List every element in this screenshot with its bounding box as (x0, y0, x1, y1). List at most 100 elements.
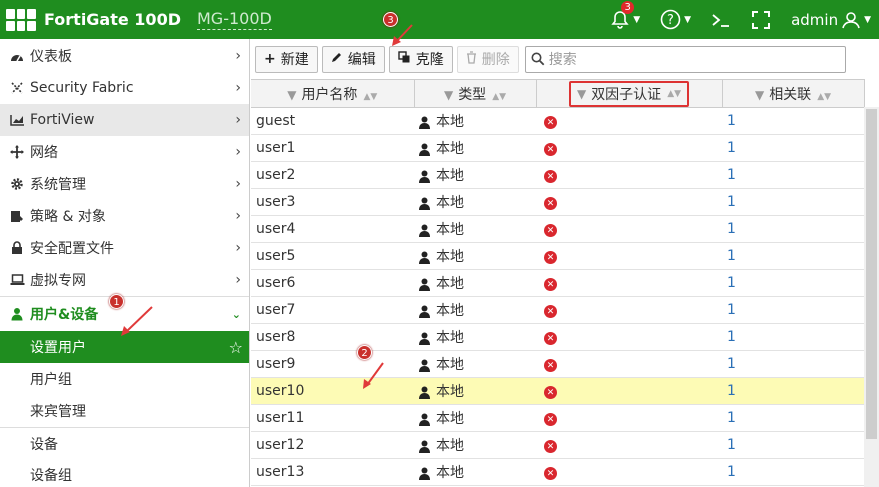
cli-console-button[interactable] (711, 12, 731, 28)
cell-references[interactable]: 1 (722, 350, 864, 378)
cell-type-label: 本地 (436, 438, 464, 454)
cell-type: 本地 (414, 377, 536, 405)
column-header-username[interactable]: ▼ 用户名称 ▲▼ (251, 79, 415, 108)
table-row[interactable]: user8 本地 ✕ 1 (251, 323, 864, 351)
table-row[interactable]: user10 本地 ✕ 1 (251, 377, 864, 405)
table-row[interactable]: user6 本地 ✕ 1 (251, 269, 864, 297)
policy-icon (8, 210, 26, 223)
sidebar-subitem-label: 用户组 (30, 372, 72, 388)
pencil-icon (331, 51, 343, 67)
search-placeholder: 搜索 (548, 52, 577, 68)
sidebar-item-user-device[interactable]: 用户&设备 ⌄ (0, 296, 249, 331)
sidebar-item-network[interactable]: 网络 › (0, 136, 249, 168)
sidebar-subitem-user-definition[interactable]: 设置用户 ☆ (0, 331, 249, 363)
column-header-references[interactable]: ▼ 相关联 ▲▼ (722, 79, 865, 108)
new-button[interactable]: + 新建 (255, 45, 318, 73)
clone-button[interactable]: 克隆 (388, 45, 453, 73)
cell-references[interactable]: 1 (722, 215, 864, 243)
cell-username: user13 (251, 458, 414, 486)
column-header-two-factor[interactable]: ▼ 双因子认证 ▲▼ (536, 79, 723, 108)
cell-references[interactable]: 1 (722, 107, 864, 135)
annotation-marker-1: 1 (109, 294, 124, 309)
table-row[interactable]: user5 本地 ✕ 1 (251, 242, 864, 270)
column-header-type[interactable]: ▼ 类型 ▲▼ (414, 79, 537, 108)
sidebar-item-policy[interactable]: 策略 & 对象 › (0, 200, 249, 232)
cell-references[interactable]: 1 (722, 161, 864, 189)
cell-references[interactable]: 1 (722, 323, 864, 351)
sidebar-item-vpn[interactable]: 虚拟专网 › (0, 264, 249, 296)
sidebar-subitem-devices[interactable]: 设备 (0, 427, 249, 459)
cell-references[interactable]: 1 (722, 188, 864, 216)
table-row[interactable]: user7 本地 ✕ 1 (251, 296, 864, 324)
chevron-right-icon: › (235, 208, 241, 224)
cell-references[interactable]: 1 (722, 296, 864, 324)
table-row[interactable]: user2 本地 ✕ 1 (251, 161, 864, 189)
cell-references[interactable]: 1 (722, 377, 864, 405)
cell-references[interactable]: 1 (722, 269, 864, 297)
sidebar-subitem-guest-management[interactable]: 来宾管理 (0, 395, 249, 427)
filter-icon[interactable]: ▼ (577, 87, 586, 101)
cell-references[interactable]: 1 (722, 404, 864, 432)
table-row[interactable]: user3 本地 ✕ 1 (251, 188, 864, 216)
search-input[interactable]: 搜索 (524, 45, 846, 73)
admin-menu[interactable]: admin ▼ (791, 10, 871, 30)
cell-type-label: 本地 (436, 222, 464, 238)
cell-username: user9 (251, 350, 414, 378)
disabled-x-icon: ✕ (544, 332, 557, 346)
filter-icon[interactable]: ▼ (287, 88, 296, 102)
table-row[interactable]: user4 本地 ✕ 1 (251, 215, 864, 243)
person-icon (419, 359, 430, 372)
cell-type-label: 本地 (436, 303, 464, 319)
person-icon (419, 440, 430, 453)
help-button[interactable]: ? ▼ (660, 9, 691, 30)
notification-badge: 3 (621, 0, 635, 14)
sort-icon[interactable]: ▲▼ (817, 92, 831, 102)
cell-references[interactable]: 1 (722, 458, 864, 486)
sidebar-subitem-user-groups[interactable]: 用户组 (0, 363, 249, 395)
fullscreen-button[interactable] (751, 10, 771, 30)
vertical-scrollbar[interactable] (864, 107, 879, 487)
table-row[interactable]: user12 本地 ✕ 1 (251, 431, 864, 459)
cell-type-label: 本地 (436, 384, 464, 400)
cell-type: 本地 (414, 404, 536, 432)
sidebar-item-system[interactable]: 系统管理 › (0, 168, 249, 200)
hostname-link[interactable]: MG-100D (196, 9, 272, 30)
sidebar-item-security-fabric[interactable]: Security Fabric › (0, 72, 249, 104)
scrollbar-thumb[interactable] (866, 109, 877, 439)
fortinet-logo[interactable]: FortiGate 100D (6, 8, 181, 31)
delete-button[interactable]: 删除 (456, 45, 519, 73)
annotation-marker-2: 2 (357, 345, 372, 360)
edit-button[interactable]: 编辑 (321, 45, 385, 73)
sidebar-item-security-profiles[interactable]: 安全配置文件 › (0, 232, 249, 264)
cell-type: 本地 (414, 323, 536, 351)
cell-type-label: 本地 (436, 141, 464, 157)
cell-references[interactable]: 1 (722, 134, 864, 162)
cell-references[interactable]: 1 (722, 242, 864, 270)
notifications-button[interactable]: 3 ▼ (610, 0, 640, 30)
star-icon[interactable]: ☆ (229, 338, 243, 357)
sort-icon[interactable]: ▲▼ (667, 89, 681, 99)
sidebar-item-fortiview[interactable]: FortiView › (0, 104, 249, 136)
person-icon (419, 386, 430, 399)
sidebar-subitem-device-groups[interactable]: 设备组 (0, 459, 249, 487)
cell-type-label: 本地 (436, 330, 464, 346)
cell-type: 本地 (414, 107, 536, 135)
sort-icon[interactable]: ▲▼ (363, 92, 377, 102)
table-row[interactable]: user1 本地 ✕ 1 (251, 134, 864, 162)
chevron-down-icon: ⌄ (231, 307, 241, 321)
sort-icon[interactable]: ▲▼ (492, 92, 506, 102)
person-icon (419, 197, 430, 210)
cell-two-factor: ✕ (536, 215, 722, 243)
filter-icon[interactable]: ▼ (755, 88, 764, 102)
dashboard-icon (8, 50, 26, 63)
chevron-right-icon: › (235, 240, 241, 256)
sidebar-item-dashboard[interactable]: 仪表板 › (0, 40, 249, 72)
chevron-right-icon: › (235, 48, 241, 64)
sidebar-item-label: 虚拟专网 (30, 273, 86, 289)
table-row[interactable]: guest 本地 ✕ 1 (251, 107, 864, 135)
cell-references[interactable]: 1 (722, 431, 864, 459)
table-row[interactable]: user13 本地 ✕ 1 (251, 458, 864, 486)
table-row[interactable]: user9 本地 ✕ 1 (251, 350, 864, 378)
table-row[interactable]: user11 本地 ✕ 1 (251, 404, 864, 432)
filter-icon[interactable]: ▼ (444, 88, 453, 102)
